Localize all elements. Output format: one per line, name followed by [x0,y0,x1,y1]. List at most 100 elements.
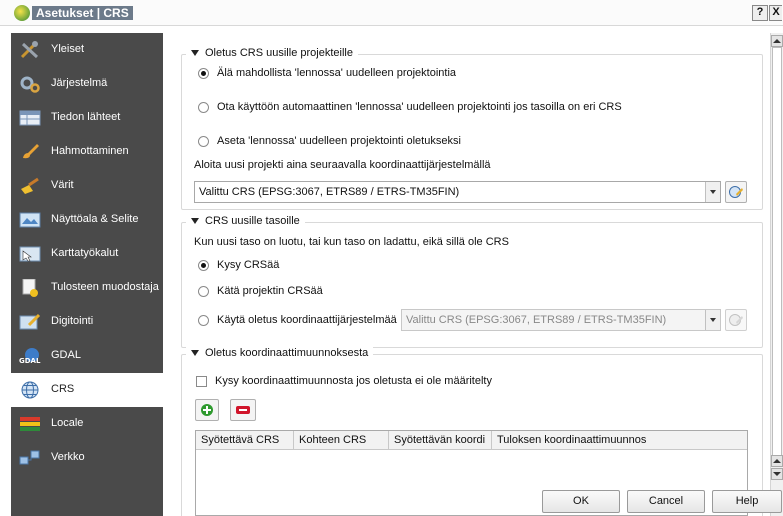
new-project-crs-label: Aloita uusi projekti aina seuraavalla ko… [194,159,491,171]
radio-default-otf[interactable]: Aseta 'lennossa' uudelleen projektointi … [198,135,461,147]
radio-button[interactable] [198,67,209,79]
svg-text:GDAL: GDAL [19,357,41,365]
tools-icon [19,41,41,59]
scroll-up-button-lower[interactable] [771,455,783,467]
sidebar-item-verkko[interactable]: Verkko [11,441,163,475]
sidebar-item-gdal[interactable]: GDAL GDAL [11,339,163,373]
remove-transform-button[interactable] [230,399,256,421]
arrow-down-icon [773,472,781,476]
composer-icon [19,279,41,297]
checkbox-label: Kysy koordinaattimuunnosta jos oletusta … [215,375,492,387]
layer-crs-title: CRS uusille tasoille [205,215,300,227]
layer-crs-description: Kun uusi taso on luotu, tai kun taso on … [194,236,509,248]
sidebar-item-label: Yleiset [51,43,85,55]
sidebar-item-label: Tiedon lähteet [51,111,121,123]
checkbox[interactable] [196,375,207,387]
scrollbar-thumb[interactable] [772,47,782,467]
help-title-button[interactable]: ? [752,5,768,21]
radio-label: Älä mahdollista 'lennossa' uudelleen pro… [217,67,457,79]
sidebar-item-label: Järjestelmä [51,77,108,89]
vertical-scrollbar[interactable] [770,33,783,516]
sidebar-item-nayttoala-selite[interactable]: Näyttöala & Selite [11,203,163,237]
default-crs-value: Valittu CRS (EPSG:3067, ETRS89 / ETRS-TM… [406,314,667,326]
arrow-up-icon [773,39,781,43]
table-header: Syötettävä CRS Kohteen CRS Syötettävän k… [196,431,747,450]
sidebar-item-label: Verkko [51,451,85,463]
sidebar-item-yleiset[interactable]: Yleiset [11,33,163,67]
column-header[interactable]: Syötettävän koordi [389,431,492,449]
ask-transform-checkbox[interactable]: Kysy koordinaattimuunnosta jos oletusta … [196,375,492,387]
map-view-icon [19,211,41,229]
chevron-down-icon [705,182,720,202]
qgis-logo-icon [14,5,30,21]
cancel-button[interactable]: Cancel [627,490,705,513]
sidebar-item-label: Näyttöala & Selite [51,213,139,225]
sidebar-item-crs[interactable]: CRS [11,373,163,407]
paint-icon [19,177,41,195]
radio-label: Käytä oletus koordinaattijärjestelmää [217,314,397,326]
sidebar-item-digitointi[interactable]: Digitointi [11,305,163,339]
sidebar-item-label: CRS [51,383,75,395]
gears-icon [19,75,41,93]
radio-use-project-crs[interactable]: Kätä projektin CRSää [198,285,323,297]
sidebar-item-label: Värit [51,179,74,191]
radio-button[interactable] [198,135,209,147]
collapse-triangle-icon [191,50,199,56]
radio-button[interactable] [198,101,209,113]
add-icon [201,404,213,416]
default-crs-select[interactable]: Valittu CRS (EPSG:3067, ETRS89 / ETRS-TM… [401,309,721,331]
project-crs-group-title[interactable]: Oletus CRS uusille projekteille [186,47,358,59]
sidebar-item-karttatyokalut[interactable]: Karttatyökalut [11,237,163,271]
ok-button[interactable]: OK [542,490,620,513]
chevron-down-icon [705,310,720,330]
digitize-icon [19,313,41,331]
layer-crs-group-title[interactable]: CRS uusille tasoille [186,215,305,227]
sidebar-item-locale[interactable]: Locale [11,407,163,441]
network-icon [19,449,41,467]
sidebar-item-label: Digitointi [51,315,94,327]
radio-label: Kätä projektin CRSää [217,285,323,297]
radio-use-default-crs[interactable]: Käytä oletus koordinaattijärjestelmää [198,314,397,326]
collapse-triangle-icon [191,350,199,356]
gdal-icon: GDAL [19,347,41,365]
sidebar-item-tiedon-lahteet[interactable]: Tiedon lähteet [11,101,163,135]
remove-icon [236,406,250,414]
select-project-crs-button[interactable] [725,181,747,203]
arrow-up-icon [773,459,781,463]
add-transform-button[interactable] [195,399,219,421]
sidebar-item-label: GDAL [51,349,81,361]
column-header[interactable]: Tuloksen koordinaattimuunnos [492,431,747,449]
layer-crs-group: CRS uusille tasoille Kun uusi taso on lu… [181,215,763,348]
project-crs-value: Valittu CRS (EPSG:3067, ETRS89 / ETRS-TM… [199,186,460,198]
scroll-down-button[interactable] [771,468,783,480]
crs-selector-icon [729,186,743,198]
radio-label: Ota käyttöön automaattinen 'lennossa' uu… [217,101,622,113]
radio-prompt-crs[interactable]: Kysy CRSää [198,259,279,271]
radio-disable-otf[interactable]: Älä mahdollista 'lennossa' uudelleen pro… [198,67,456,79]
project-crs-title: Oletus CRS uusille projekteille [205,47,353,59]
select-default-crs-button[interactable] [725,309,747,331]
sidebar-item-tulosteen-muodostaja[interactable]: Tulosteen muodostaja [11,271,163,305]
scroll-up-button[interactable] [771,35,783,47]
crs-settings-panel: Oletus CRS uusille projekteille Älä mahd… [171,33,768,516]
help-button[interactable]: Help [712,490,782,513]
sidebar-item-label: Locale [51,417,84,429]
close-title-button[interactable]: X [769,5,782,21]
radio-label: Kysy CRSää [217,259,280,271]
brush-icon [19,143,41,161]
column-header[interactable]: Syötettävä CRS [196,431,294,449]
column-header[interactable]: Kohteen CRS [294,431,389,449]
settings-sidebar: Yleiset Järjestelmä Tiedon lähteet Hahmo… [11,33,163,516]
project-crs-select[interactable]: Valittu CRS (EPSG:3067, ETRS89 / ETRS-TM… [194,181,721,203]
transform-title: Oletus koordinaattimuunnoksesta [205,347,369,359]
radio-button[interactable] [198,314,209,326]
radio-button[interactable] [198,285,209,297]
project-crs-group: Oletus CRS uusille projekteille Älä mahd… [181,47,763,210]
sidebar-item-label: Hahmottaminen [51,145,129,157]
sidebar-item-hahmottaminen[interactable]: Hahmottaminen [11,135,163,169]
sidebar-item-jarjestelma[interactable]: Järjestelmä [11,67,163,101]
sidebar-item-varit[interactable]: Värit [11,169,163,203]
transform-group-title[interactable]: Oletus koordinaattimuunnoksesta [186,347,374,359]
radio-button[interactable] [198,259,209,271]
radio-auto-otf[interactable]: Ota käyttöön automaattinen 'lennossa' uu… [198,101,622,113]
